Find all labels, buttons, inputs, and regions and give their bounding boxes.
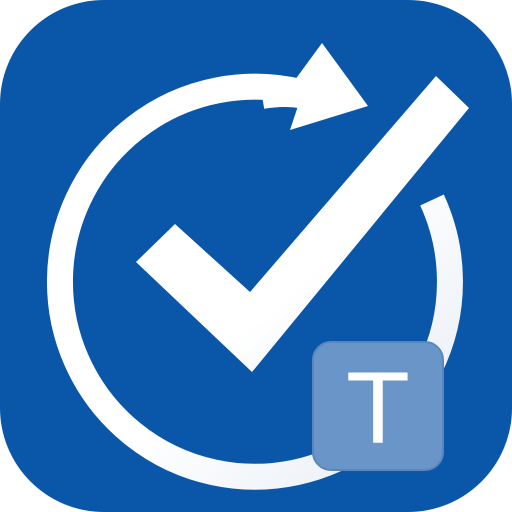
app-icon[interactable]: T — [0, 0, 512, 512]
badge-t: T — [312, 341, 444, 471]
badge-letter: T — [348, 354, 408, 466]
